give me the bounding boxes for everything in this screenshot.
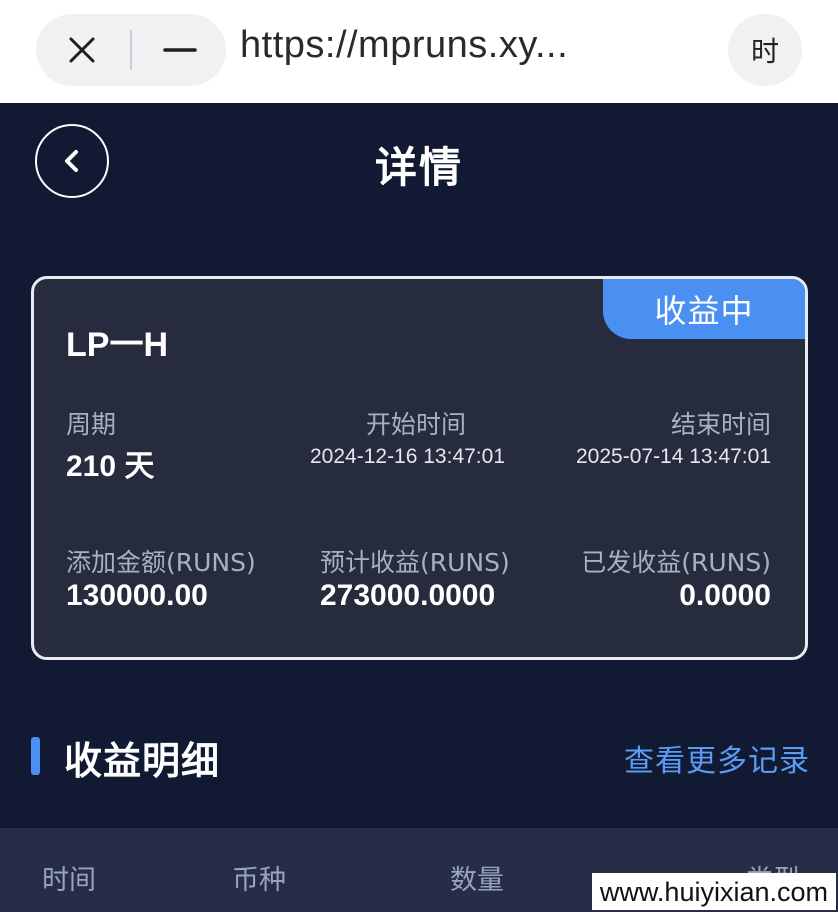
browser-toolbar: https://mpruns.xy... 时 — [0, 0, 838, 103]
close-icon — [69, 37, 95, 63]
column-header-quantity: 数量 — [450, 865, 504, 896]
section-accent-bar — [31, 737, 40, 775]
product-name: LP一H — [66, 326, 168, 364]
expected-income-value: 273000.0000 — [320, 579, 496, 612]
period-value: 210 天 — [66, 450, 155, 483]
paid-income-value: 0.0000 — [679, 579, 771, 612]
page-title: 详情 — [374, 143, 463, 192]
end-time-value: 2025-07-14 13:47:01 — [576, 445, 771, 468]
end-time-label: 结束时间 — [670, 410, 771, 439]
column-header-currency: 币种 — [232, 865, 286, 896]
toolbar-divider — [130, 30, 132, 70]
column-header-time: 时间 — [42, 865, 96, 896]
view-more-records-link[interactable]: 查看更多记录 — [624, 736, 810, 780]
expected-income-label: 预计收益(RUNS) — [320, 548, 510, 577]
url-text[interactable]: https://mpruns.xy... — [240, 24, 568, 67]
section-title: 收益明细 — [64, 739, 221, 783]
paid-income-label: 已发收益(RUNS) — [581, 548, 771, 577]
added-amount-value: 130000.00 — [66, 579, 208, 612]
start-time-label: 开始时间 — [366, 410, 467, 439]
minimize-icon — [163, 48, 197, 52]
watermark-text: www.huiyixian.com — [591, 873, 836, 910]
added-amount-label: 添加金额(RUNS) — [66, 548, 256, 577]
order-detail-card: 收益中 LP一H 周期 210 天 开始时间 2024-12-16 13:47:… — [31, 276, 808, 660]
start-time-value: 2024-12-16 13:47:01 — [310, 445, 505, 468]
close-button[interactable] — [46, 14, 118, 86]
minimize-button[interactable] — [144, 14, 216, 86]
period-label: 周期 — [66, 410, 117, 439]
translate-button[interactable]: 时 — [728, 14, 802, 86]
status-badge: 收益中 — [603, 279, 805, 339]
